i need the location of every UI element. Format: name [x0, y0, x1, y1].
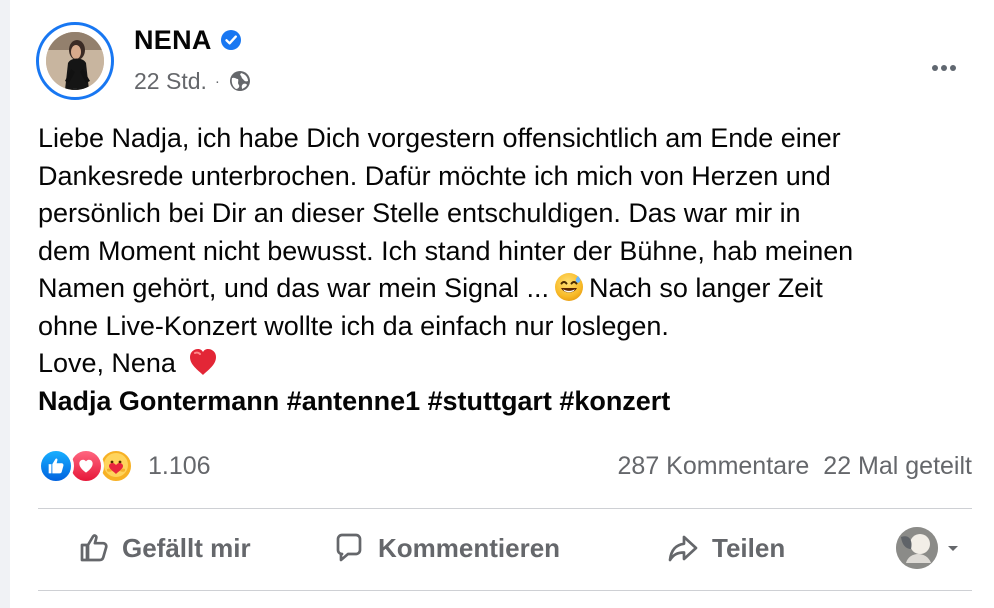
comment-button-label: Kommentieren — [378, 532, 561, 563]
message-love-text: Love, Nena — [38, 348, 176, 378]
message-line-2: Dankesrede unterbrochen. Dafür möchte ic… — [38, 160, 831, 191]
viewer-avatar — [896, 527, 938, 569]
profile-avatar-ring[interactable] — [36, 22, 114, 100]
like-reaction-icon — [38, 448, 74, 484]
message-line-3: persönlich bei Dir an dieser Stelle ents… — [38, 198, 801, 228]
message-love-line: Love, Nena — [38, 345, 968, 383]
post-meta: 22 Std. · — [134, 65, 252, 97]
message-line-5-end: Nach so langer Zeit — [588, 273, 823, 303]
more-dot-icon — [941, 65, 947, 71]
hashtag-antenne1[interactable]: #antenne1 — [287, 386, 420, 416]
stats-divider — [38, 508, 972, 509]
like-button[interactable]: Gefällt mir — [74, 522, 251, 574]
globe-icon[interactable] — [228, 69, 252, 93]
engagement-counts: 287 Kommentare 22 Mal geteilt — [618, 445, 972, 487]
author-name[interactable]: NENA — [134, 22, 212, 58]
post-actions: Gefällt mir Kommentieren Teilen — [38, 512, 972, 586]
audience-selector[interactable] — [896, 527, 962, 569]
reaction-count[interactable]: 1.106 — [148, 452, 211, 481]
message-line-5: Namen gehört, und das war mein Signal ..… — [38, 270, 968, 308]
message-line-6: ohne Live-Konzert wollte ich da einfach … — [38, 310, 669, 341]
post-stats: 1.106 287 Kommentare 22 Mal geteilt — [38, 445, 972, 487]
message-line-1: Liebe Nadja, ich habe Dich vorgestern of… — [38, 123, 841, 153]
chevron-down-icon — [944, 539, 962, 557]
thumbs-up-icon — [74, 529, 112, 567]
author-row: NENA — [134, 22, 242, 58]
like-button-label: Gefällt mir — [122, 532, 251, 563]
hashtag-stuttgart[interactable]: #stuttgart — [428, 386, 552, 416]
message-line-5-start: Namen gehört, und das war mein Signal ..… — [38, 273, 549, 303]
red-heart-icon — [187, 346, 219, 378]
tagged-person[interactable]: Nadja Gontermann — [38, 386, 279, 416]
post-header: NENA 22 Std. · — [36, 22, 966, 102]
actions-divider — [38, 590, 972, 591]
grinning-sweat-emoji-icon — [553, 271, 585, 303]
post-time[interactable]: 22 Std. — [134, 68, 207, 95]
share-button[interactable]: Teilen — [664, 522, 785, 574]
comment-button[interactable]: Kommentieren — [330, 522, 560, 574]
page-edge — [0, 0, 10, 608]
share-arrow-icon — [664, 529, 702, 567]
comments-count-link[interactable]: 287 Kommentare — [618, 452, 810, 481]
speech-bubble-icon — [330, 529, 368, 567]
reaction-summary[interactable]: 1.106 — [38, 445, 211, 487]
profile-avatar[interactable] — [46, 32, 104, 90]
profile-photo-icon — [46, 32, 104, 90]
message-line-4: dem Moment nicht bewusst. Ich stand hint… — [38, 235, 854, 266]
shares-count-link[interactable]: 22 Mal geteilt — [823, 452, 972, 481]
more-options-button[interactable] — [922, 55, 966, 81]
post-card: NENA 22 Std. · Liebe Nadja, ich habe Dic… — [10, 0, 994, 608]
facebook-post-screen: NENA 22 Std. · Liebe Nadja, ich habe Dic… — [0, 0, 994, 608]
share-button-label: Teilen — [712, 532, 786, 563]
hashtag-konzert[interactable]: #konzert — [559, 386, 670, 416]
more-dot-icon — [950, 65, 956, 71]
meta-separator: · — [214, 72, 220, 90]
post-message: Liebe Nadja, ich habe Dich vorgestern of… — [38, 120, 968, 420]
verified-badge-icon — [220, 29, 242, 51]
message-hashtags: Nadja Gontermann #antenne1 #stuttgart #k… — [38, 383, 968, 421]
more-dot-icon — [932, 65, 938, 71]
